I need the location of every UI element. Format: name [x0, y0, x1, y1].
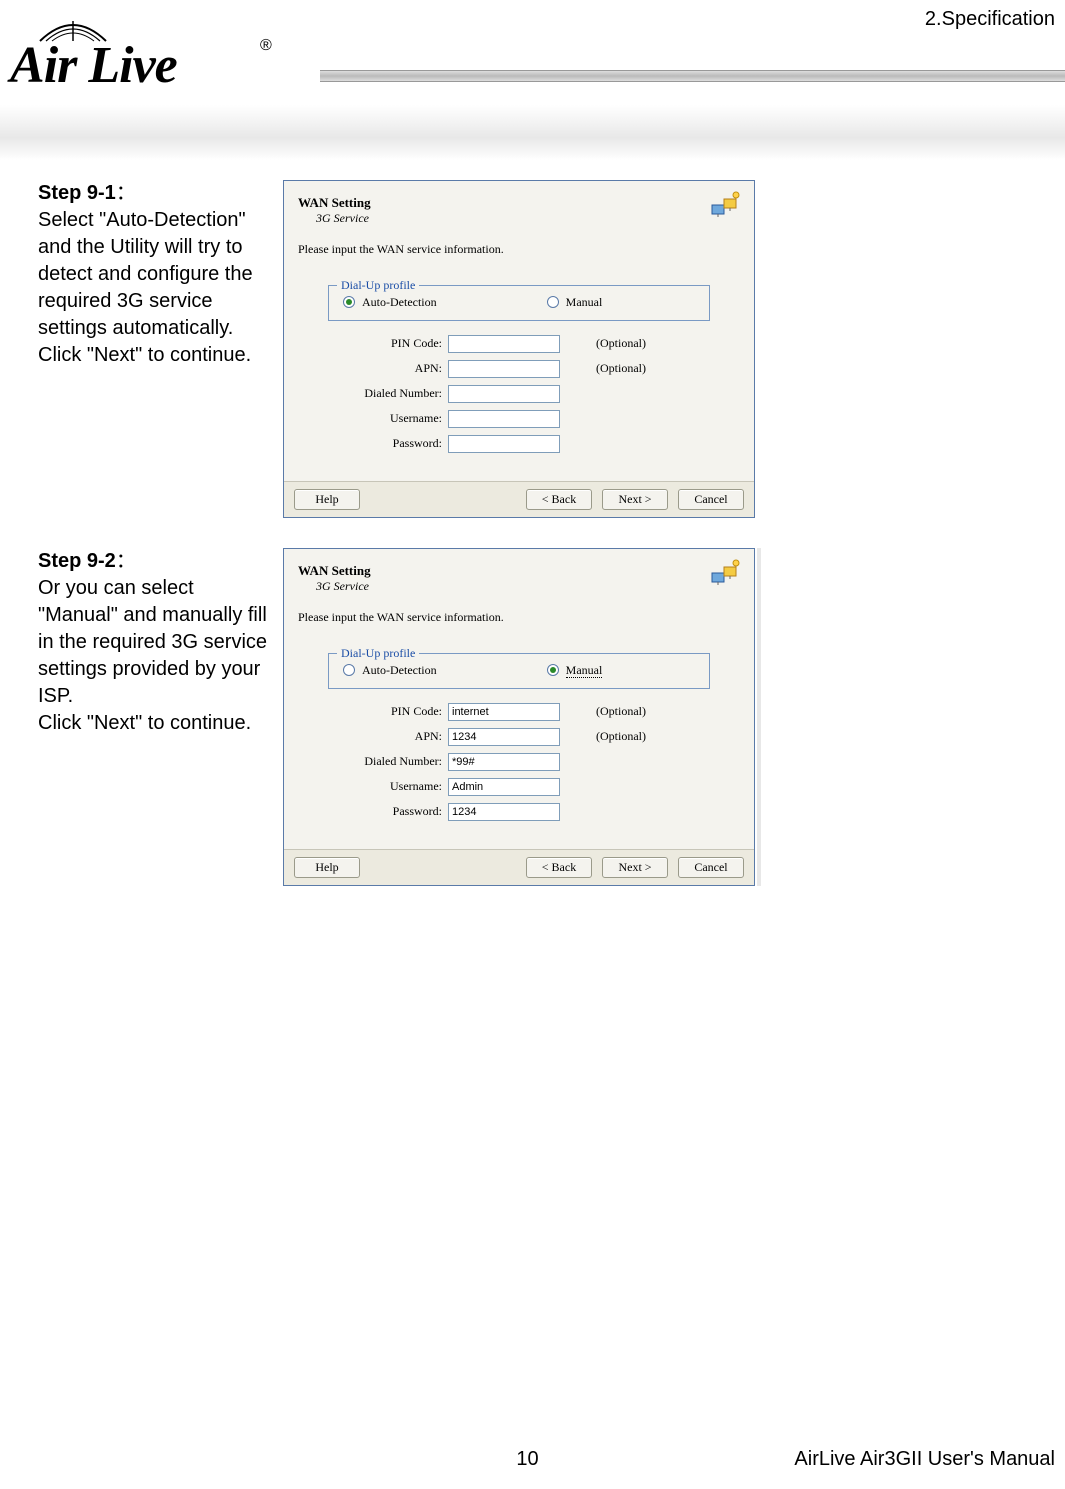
auto-detection-radio[interactable] [343, 664, 355, 676]
registered-mark: ® [260, 37, 272, 55]
dialed-number-label: Dialed Number: [328, 754, 448, 769]
dial-up-profile-fieldset: Dial-Up profile Auto-Detection Manual [328, 653, 710, 689]
step-9-2-text: Step 9-2： Or you can select "Manual" and… [38, 548, 283, 737]
network-wizard-icon [710, 559, 740, 587]
step-9-2-title: Step 9-2 [38, 550, 116, 572]
manual-title: AirLive Air3GII User's Manual [794, 1448, 1055, 1471]
next-button[interactable]: Next > [602, 857, 668, 878]
password-label: Password: [328, 436, 448, 451]
apn-optional: (Optional) [596, 729, 646, 744]
manual-radio-wrap[interactable]: Manual [547, 662, 603, 678]
manual-radio[interactable] [547, 296, 559, 308]
logo-text: Air Live [10, 36, 177, 95]
help-button[interactable]: Help [294, 857, 360, 878]
page-number: 10 [516, 1448, 538, 1471]
step-9-1-title: Step 9-1 [38, 182, 116, 204]
pin-optional: (Optional) [596, 336, 646, 351]
username-label: Username: [328, 411, 448, 426]
section-header: 2.Specification [925, 8, 1055, 31]
pin-optional: (Optional) [596, 704, 646, 719]
password-label: Password: [328, 804, 448, 819]
dialog-instruction: Please input the WAN service information… [298, 610, 740, 625]
pin-code-label: PIN Code: [328, 704, 448, 719]
fieldset-legend: Dial-Up profile [337, 646, 419, 661]
manual-radio[interactable] [547, 664, 559, 676]
next-button[interactable]: Next > [602, 489, 668, 510]
pin-code-input[interactable]: internet [448, 703, 560, 721]
header-gradient [0, 105, 1065, 160]
dialog-subtitle: 3G Service [316, 579, 740, 594]
airlive-logo: Air Live ® [10, 12, 310, 102]
password-input[interactable] [448, 435, 560, 453]
back-button[interactable]: < Back [526, 857, 592, 878]
apn-input[interactable] [448, 360, 560, 378]
dialog-title: WAN Setting [298, 195, 740, 211]
step-9-1-text: Step 9-1： Select "Auto-Detection" and th… [38, 180, 283, 369]
dialog-subtitle: 3G Service [316, 211, 740, 226]
manual-radio-wrap[interactable]: Manual [547, 294, 603, 310]
pin-code-input[interactable] [448, 335, 560, 353]
step-9-1-row: Step 9-1： Select "Auto-Detection" and th… [38, 180, 1065, 518]
dialog-footer: Help < Back Next > Cancel [284, 481, 754, 517]
auto-detection-radio[interactable] [343, 296, 355, 308]
step-9-2-row: Step 9-2： Or you can select "Manual" and… [38, 548, 1065, 886]
fieldset-legend: Dial-Up profile [337, 278, 419, 293]
step-9-1-colon: ： [116, 182, 136, 204]
manual-label: Manual [566, 663, 603, 678]
dialog-footer: Help < Back Next > Cancel [284, 849, 754, 885]
step-9-2-colon: ： [116, 550, 136, 572]
dialed-number-input[interactable] [448, 385, 560, 403]
step-9-1-body: Select "Auto-Detection" and the Utility … [38, 209, 253, 366]
auto-detection-radio-wrap[interactable]: Auto-Detection [343, 662, 437, 678]
password-input[interactable]: 1234 [448, 803, 560, 821]
auto-detection-radio-wrap[interactable]: Auto-Detection [343, 294, 437, 310]
username-label: Username: [328, 779, 448, 794]
username-input[interactable]: Admin [448, 778, 560, 796]
dial-up-profile-fieldset: Dial-Up profile Auto-Detection Manual [328, 285, 710, 321]
dialed-number-label: Dialed Number: [328, 386, 448, 401]
cancel-button[interactable]: Cancel [678, 489, 744, 510]
username-input[interactable] [448, 410, 560, 428]
wan-setting-dialog-2: WAN Setting 3G Service Please input the … [283, 548, 755, 886]
apn-optional: (Optional) [596, 361, 646, 376]
dialog-scrollbar[interactable] [757, 548, 761, 886]
help-button[interactable]: Help [294, 489, 360, 510]
pin-code-label: PIN Code: [328, 336, 448, 351]
dialog-title: WAN Setting [298, 563, 740, 579]
manual-page: 2.Specification Air Live ® Step 9-1： Sel… [0, 0, 1065, 1489]
dialog-instruction: Please input the WAN service information… [298, 242, 740, 257]
apn-input[interactable]: 1234 [448, 728, 560, 746]
back-button[interactable]: < Back [526, 489, 592, 510]
step-9-2-body: Or you can select "Manual" and manually … [38, 577, 267, 734]
wan-setting-dialog-1: WAN Setting 3G Service Please input the … [283, 180, 755, 518]
cancel-button[interactable]: Cancel [678, 857, 744, 878]
apn-label: APN: [328, 729, 448, 744]
auto-detection-label: Auto-Detection [362, 663, 437, 677]
network-wizard-icon [710, 191, 740, 219]
apn-label: APN: [328, 361, 448, 376]
dialed-number-input[interactable]: *99# [448, 753, 560, 771]
header-divider [320, 70, 1065, 82]
manual-label: Manual [566, 295, 603, 309]
auto-detection-label: Auto-Detection [362, 295, 437, 309]
page-footer: 10 AirLive Air3GII User's Manual [0, 1448, 1055, 1471]
